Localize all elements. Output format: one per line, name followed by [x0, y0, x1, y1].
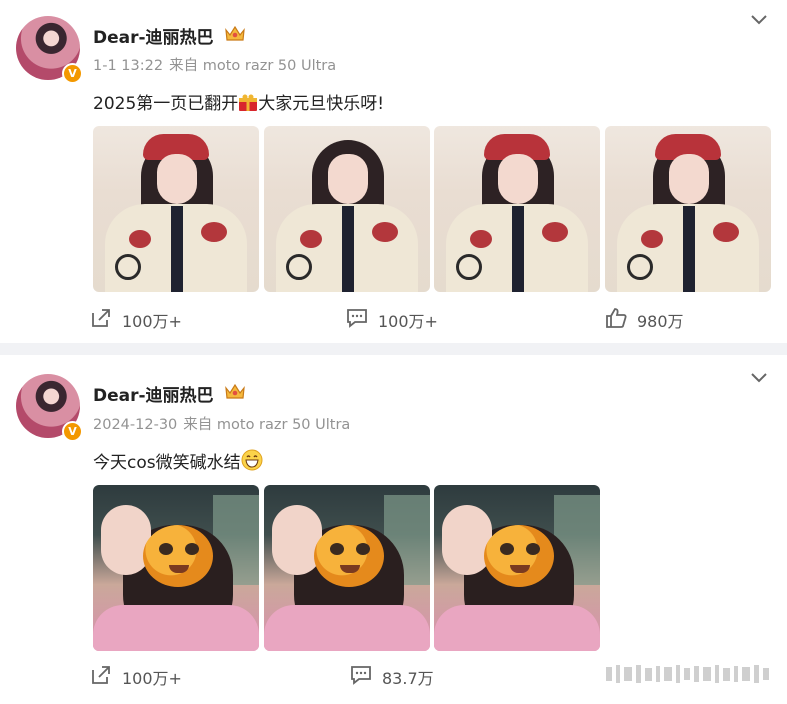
repost-count: 100万+	[122, 312, 182, 331]
repost-icon	[92, 309, 110, 327]
post-photo-3[interactable]	[434, 126, 600, 292]
post-text: 2025第一页已翻开 大家元旦快乐呀!	[93, 94, 385, 114]
post-photo-3[interactable]	[434, 485, 600, 651]
post-photo-1[interactable]	[93, 485, 259, 651]
comment-icon	[347, 309, 367, 328]
post-photo-1[interactable]	[93, 126, 259, 292]
like-count: 980万	[637, 312, 684, 331]
post-meta: 1-1 13:22 来自 moto razr 50 Ultra	[93, 54, 342, 75]
post-source: 来自 moto razr 50 Ultra	[169, 58, 337, 74]
author-name[interactable]: Dear-迪丽热巴	[93, 381, 214, 406]
comment-icon	[351, 666, 371, 685]
comment-count: 100万+	[378, 312, 438, 331]
crown-icon	[225, 25, 245, 41]
repost-icon	[92, 666, 110, 684]
feed-post-1: V Dear-迪丽热巴 1-1 13:22 来自 moto razr 50 Ult…	[0, 0, 787, 343]
author-name[interactable]: Dear-迪丽热巴	[93, 23, 214, 48]
repost-count: 100万+	[122, 669, 182, 688]
watermark-logo	[606, 665, 769, 683]
post-actions: 100万+ 100万+ 980万	[0, 303, 787, 333]
verified-badge: V	[62, 421, 83, 442]
post-source: 来自 moto razr 50 Ultra	[183, 417, 351, 433]
post-divider	[0, 343, 787, 355]
thumbs-up-icon	[606, 308, 627, 328]
chevron-down-icon[interactable]	[750, 14, 768, 26]
post-photo-2[interactable]	[264, 126, 430, 292]
post-text: 今天cos微笑碱水结	[93, 448, 263, 473]
chevron-down-icon[interactable]	[750, 372, 768, 384]
post-time[interactable]: 2024-12-30	[93, 417, 177, 433]
post-photo-2[interactable]	[264, 485, 430, 651]
feed-post-2: V Dear-迪丽热巴 2024-12-30 来自 moto razr 50 Ul…	[0, 355, 787, 704]
comment-count: 83.7万	[382, 669, 434, 688]
verified-badge: V	[62, 63, 83, 84]
crown-icon	[225, 383, 245, 399]
post-time[interactable]: 1-1 13:22	[93, 58, 163, 74]
grin-icon	[241, 449, 263, 471]
post-meta: 2024-12-30 来自 moto razr 50 Ultra	[93, 413, 356, 434]
post-photo-4[interactable]	[605, 126, 771, 292]
red-gift-icon	[239, 94, 258, 111]
